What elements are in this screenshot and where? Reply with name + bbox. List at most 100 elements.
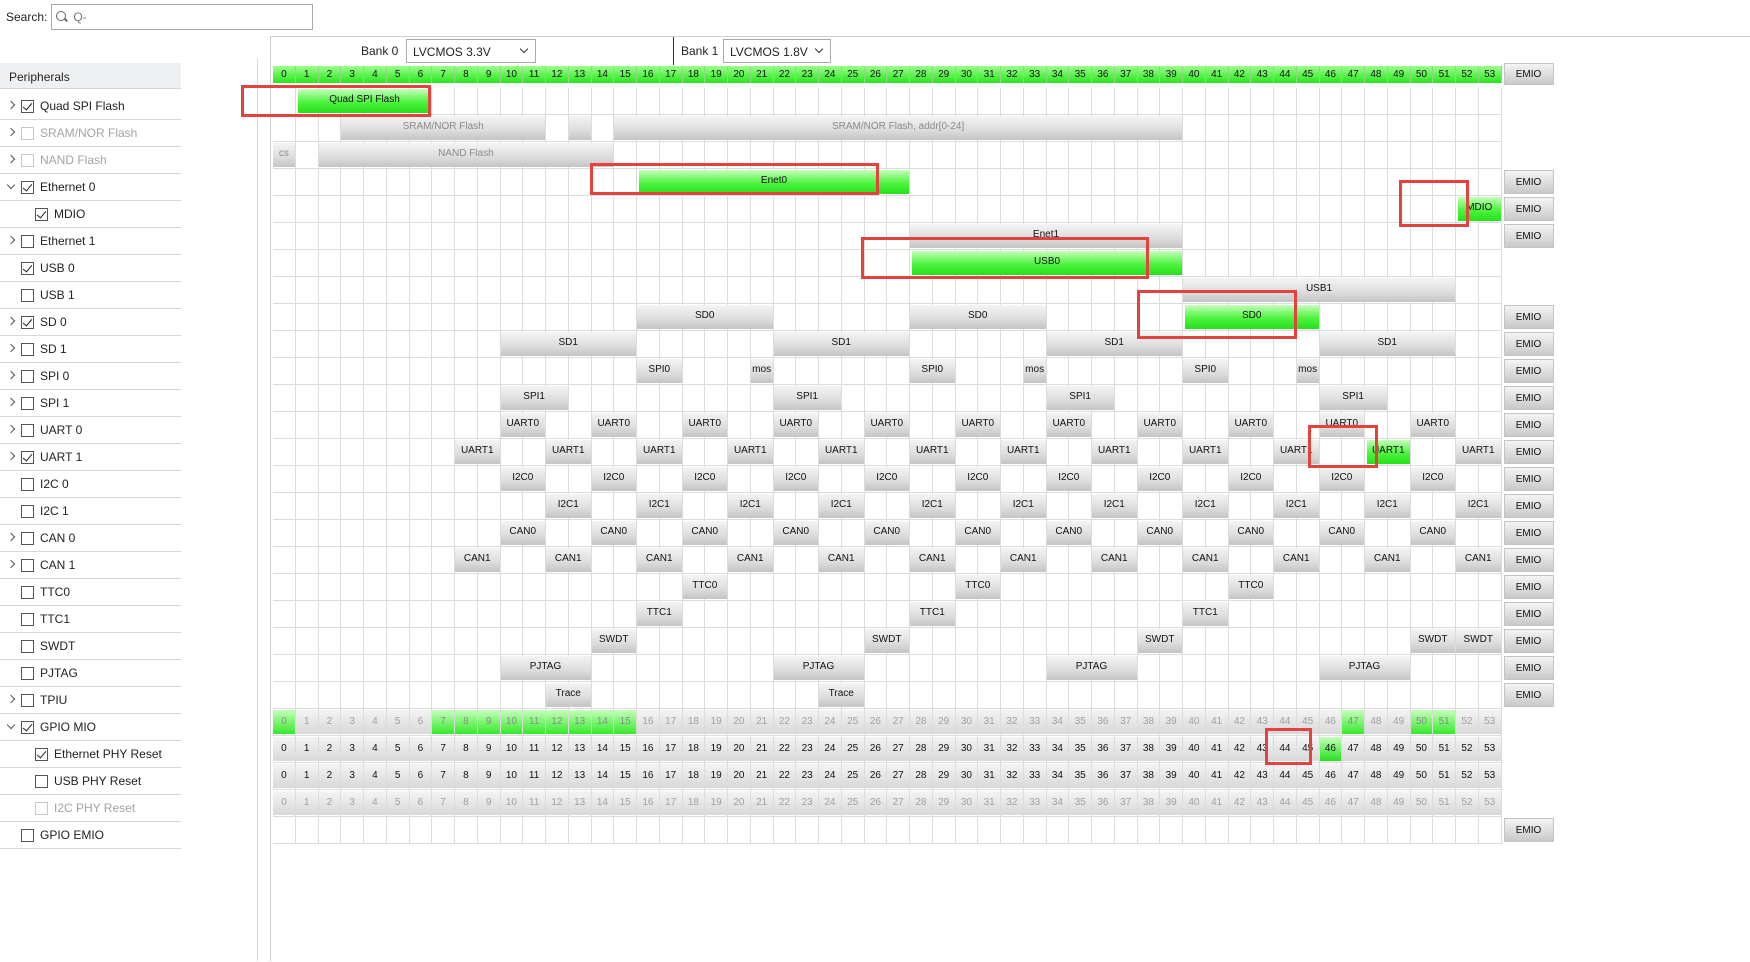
gpio-pin-cell[interactable]: 32 xyxy=(1001,764,1024,788)
signal-i2c1[interactable]: I2C1 xyxy=(546,494,591,518)
checkbox-sd-0[interactable] xyxy=(21,315,34,329)
tree-item-ethernet-1[interactable]: Ethernet 1 xyxy=(0,228,181,255)
gpio-pin-cell[interactable]: 40 xyxy=(1183,764,1206,788)
signal-can0[interactable]: CAN0 xyxy=(500,521,545,545)
checkbox-i2c-1[interactable] xyxy=(21,504,34,518)
gpio-pin-cell[interactable]: 47 xyxy=(1342,737,1365,761)
signal-mos[interactable]: mos xyxy=(750,359,773,383)
gpio-pin-cell[interactable]: 13 xyxy=(568,791,592,815)
gpio-pin-cell[interactable]: 11 xyxy=(523,764,546,788)
gpio-pin-cell[interactable]: 50 xyxy=(1410,764,1434,788)
gpio-pin-cell[interactable]: 18 xyxy=(682,737,706,761)
gpio-pin-cell[interactable]: 31 xyxy=(978,791,1001,815)
gpio-pin-cell[interactable]: 3 xyxy=(341,764,364,788)
gpio-pin-cell[interactable]: 20 xyxy=(728,764,751,788)
tree-item-quad-spi-flash[interactable]: Quad SPI Flash xyxy=(0,93,181,120)
signal-can0[interactable]: CAN0 xyxy=(591,521,636,545)
signal-ttc0[interactable]: TTC0 xyxy=(955,575,1000,599)
gpio-pin-cell[interactable]: 28 xyxy=(910,791,933,815)
signal-uart0[interactable]: UART0 xyxy=(773,413,818,437)
tree-item-ethernet-phy-reset[interactable]: Ethernet PHY Reset xyxy=(0,741,181,768)
signal-can0[interactable]: CAN0 xyxy=(1319,521,1364,545)
checkbox-uart-1[interactable] xyxy=(21,450,34,464)
gpio-pin-cell[interactable]: 24 xyxy=(819,737,842,761)
signal-sd1[interactable]: SD1 xyxy=(1046,332,1182,356)
emio-cell[interactable]: EMIO xyxy=(1503,656,1554,680)
gpio-pin-cell[interactable]: 25 xyxy=(841,710,865,734)
gpio-pin-cell[interactable]: 43 xyxy=(1251,764,1274,788)
signal-can1[interactable]: CAN1 xyxy=(1456,548,1501,572)
gpio-pin-cell[interactable]: 6 xyxy=(409,791,433,815)
signal-trace[interactable]: Trace xyxy=(546,683,591,707)
gpio-pin-cell[interactable]: 1 xyxy=(295,764,319,788)
signal-i2c0[interactable]: I2C0 xyxy=(591,467,636,491)
checkbox-can-0[interactable] xyxy=(21,531,34,545)
tree-item-spi-1[interactable]: SPI 1 xyxy=(0,390,181,417)
tree-item-ttc0[interactable]: TTC0 xyxy=(0,579,181,606)
gpio-pin-cell[interactable]: 48 xyxy=(1365,791,1388,815)
signal-can1[interactable]: CAN1 xyxy=(728,548,773,572)
gpio-pin-cell[interactable]: 29 xyxy=(932,791,956,815)
checkbox-swdt[interactable] xyxy=(21,639,34,653)
gpio-pin-cell[interactable]: 9 xyxy=(477,791,501,815)
checkbox-i2c-0[interactable] xyxy=(21,477,34,491)
tree-item-i2c-phy-reset[interactable]: I2C PHY Reset xyxy=(0,795,181,822)
tree-item-ethernet-0[interactable]: Ethernet 0 xyxy=(0,174,181,201)
signal-can0[interactable]: CAN0 xyxy=(1137,521,1182,545)
checkbox-can-1[interactable] xyxy=(21,558,34,572)
gpio-pin-cell[interactable]: 32 xyxy=(1001,710,1024,734)
signal-uart1[interactable]: UART1 xyxy=(546,440,591,464)
search-input[interactable] xyxy=(71,7,313,27)
gpio-pin-cell[interactable]: 3 xyxy=(341,737,364,761)
gpio-pin-cell[interactable]: 14 xyxy=(591,764,615,788)
signal-ttc0[interactable]: TTC0 xyxy=(1228,575,1273,599)
signal-i2c0[interactable]: I2C0 xyxy=(1046,467,1091,491)
signal-uart1[interactable]: UART1 xyxy=(1367,440,1410,464)
tree-item-usb-1[interactable]: USB 1 xyxy=(0,282,181,309)
gpio-pin-cell[interactable]: 7 xyxy=(432,791,455,815)
gpio-pin-cell[interactable]: 34 xyxy=(1046,710,1070,734)
gpio-pin-cell[interactable]: 13 xyxy=(568,710,592,734)
signal-i2c1[interactable]: I2C1 xyxy=(1456,494,1501,518)
signal-ttc1[interactable]: TTC1 xyxy=(910,602,955,626)
gpio-pin-cell[interactable]: 20 xyxy=(728,737,751,761)
signal-can1[interactable]: CAN1 xyxy=(546,548,591,572)
gpio-pin-cell[interactable]: 15 xyxy=(614,737,637,761)
checkbox-uart-0[interactable] xyxy=(21,423,34,437)
checkbox-gpio-emio[interactable] xyxy=(21,828,34,842)
gpio-pin-cell[interactable]: 40 xyxy=(1183,710,1206,734)
signal-uart0[interactable]: UART0 xyxy=(591,413,636,437)
tree-item-swdt[interactable]: SWDT xyxy=(0,633,181,660)
gpio-pin-cell[interactable]: 49 xyxy=(1387,791,1411,815)
signal-i2c1[interactable]: I2C1 xyxy=(1274,494,1319,518)
gpio-pin-cell[interactable]: 21 xyxy=(750,710,774,734)
signal-i2c0[interactable]: I2C0 xyxy=(500,467,545,491)
tree-item-uart-0[interactable]: UART 0 xyxy=(0,417,181,444)
signal-sd1[interactable]: SD1 xyxy=(773,332,909,356)
signal-sd1[interactable]: SD1 xyxy=(1319,332,1455,356)
gpio-pin-cell[interactable]: 45 xyxy=(1296,764,1320,788)
gpio-pin-cell[interactable]: 35 xyxy=(1069,710,1092,734)
emio-cell[interactable]: EMIO xyxy=(1503,170,1554,194)
signal-pjtag[interactable]: PJTAG xyxy=(773,656,864,680)
signal-ttc0[interactable]: TTC0 xyxy=(682,575,727,599)
gpio-pin-cell[interactable]: 14 xyxy=(591,710,615,734)
signal-i2c0[interactable]: I2C0 xyxy=(682,467,727,491)
gpio-pin-cell[interactable]: 40 xyxy=(1183,791,1206,815)
gpio-pin-cell[interactable]: 29 xyxy=(932,710,956,734)
signal-swdt[interactable]: SWDT xyxy=(591,629,636,653)
signal-i2c1[interactable]: I2C1 xyxy=(910,494,955,518)
gpio-pin-cell[interactable]: 26 xyxy=(864,791,888,815)
gpio-pin-cell[interactable]: 38 xyxy=(1137,737,1161,761)
gpio-pin-cell[interactable]: 37 xyxy=(1114,791,1138,815)
signal-i2c1[interactable]: I2C1 xyxy=(1183,494,1228,518)
emio-cell[interactable]: EMIO xyxy=(1503,386,1554,410)
gpio-pin-cell[interactable]: 3 xyxy=(341,791,364,815)
gpio-pin-cell[interactable]: 24 xyxy=(819,791,842,815)
checkbox-ethernet-phy-reset[interactable] xyxy=(35,747,48,761)
tree-item-usb-phy-reset[interactable]: USB PHY Reset xyxy=(0,768,181,795)
checkbox-tpiu[interactable] xyxy=(21,693,34,707)
gpio-pin-cell[interactable]: 36 xyxy=(1092,791,1115,815)
signal-can1[interactable]: CAN1 xyxy=(1274,548,1319,572)
emio-cell[interactable]: EMIO xyxy=(1503,197,1554,221)
